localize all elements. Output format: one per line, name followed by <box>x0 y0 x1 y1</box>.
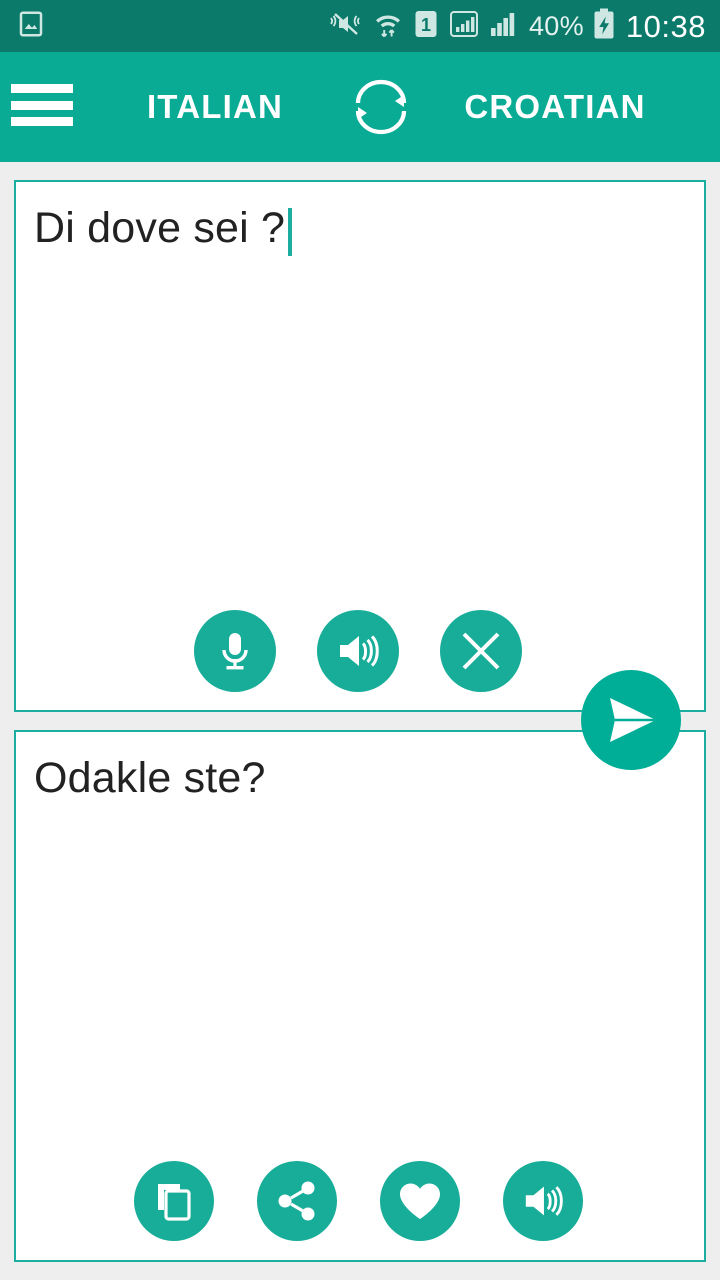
photo-gallery-icon <box>16 9 46 44</box>
sim-card-1-icon: 1 <box>414 9 438 44</box>
target-language-button[interactable]: CROATIAN <box>430 52 680 162</box>
wifi-transfer-icon <box>373 9 403 44</box>
hamburger-bar <box>11 100 73 110</box>
battery-percent-label: 40% <box>528 10 584 41</box>
translate-send-button[interactable] <box>581 670 681 770</box>
hamburger-menu-icon[interactable] <box>11 84 73 126</box>
favorite-translation-button[interactable] <box>380 1161 460 1241</box>
battery-charging-icon <box>593 8 615 45</box>
translated-text-row: Odakle ste? <box>34 754 686 802</box>
translator-app-screen: 1 40% 10:38 ITALIAN CROATIAN Di dove sei… <box>0 0 720 1280</box>
status-bar-system-icons: 1 40% 10:38 <box>328 8 706 45</box>
source-text-row: Di dove sei ? <box>34 204 686 256</box>
microphone-button[interactable] <box>194 610 276 692</box>
hamburger-bar <box>11 117 73 126</box>
speak-translation-button[interactable] <box>503 1161 583 1241</box>
status-bar: 1 40% 10:38 <box>0 0 720 52</box>
translated-text: Odakle ste? <box>34 754 266 802</box>
text-caret <box>288 208 293 256</box>
svg-text:1: 1 <box>421 15 431 35</box>
clock-label: 10:38 <box>625 8 706 44</box>
target-language-label: CROATIAN <box>464 88 646 125</box>
source-text-input[interactable]: Di dove sei ? <box>34 204 285 252</box>
status-bar-notifications <box>16 9 46 44</box>
copy-translation-button[interactable] <box>134 1161 214 1241</box>
source-language-label: ITALIAN <box>146 88 284 125</box>
source-actions-row <box>194 610 522 692</box>
signal-bars-sim1-icon <box>449 9 479 44</box>
speak-input-button[interactable] <box>317 610 399 692</box>
clear-input-button[interactable] <box>440 610 522 692</box>
hamburger-bar <box>11 84 73 93</box>
sound-mute-vibrate-icon <box>328 9 362 44</box>
translation-actions-row <box>134 1161 583 1241</box>
signal-bars-sim2-icon <box>490 9 518 44</box>
source-language-button[interactable]: ITALIAN <box>110 52 320 162</box>
swap-languages-icon[interactable] <box>344 78 418 136</box>
share-translation-button[interactable] <box>257 1161 337 1241</box>
